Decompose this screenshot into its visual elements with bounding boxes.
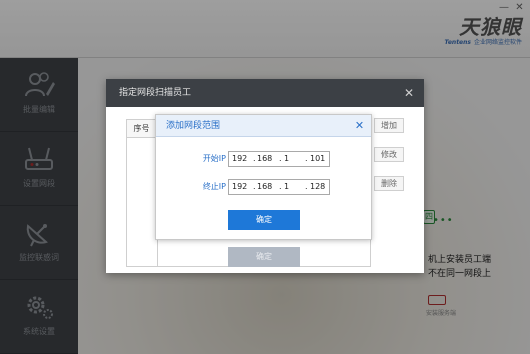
add-segment-dialog: 添加网段范围 ✕ 开始IP 192 . 168 . 1 . 101 终止IP 1… (155, 114, 372, 240)
add-button[interactable]: 增加 (374, 118, 404, 133)
inner-dialog-title: 添加网段范围 (156, 115, 371, 137)
ip-octet[interactable]: 128 (310, 182, 325, 191)
confirm-button[interactable]: 确定 (228, 210, 300, 230)
dialog-title: 指定网段扫描员工 (106, 79, 424, 107)
ip-octet[interactable]: 192 (232, 182, 247, 191)
start-ip-row: 开始IP 192 . 168 . 1 . 101 (156, 151, 371, 167)
delete-button[interactable]: 删除 (374, 176, 404, 191)
ip-dot: . (305, 182, 308, 191)
ip-octet[interactable]: 1 (284, 182, 289, 191)
ip-dot: . (279, 182, 282, 191)
ip-octet[interactable]: 192 (232, 154, 247, 163)
start-ip-input[interactable]: 192 . 168 . 1 . 101 (228, 151, 330, 167)
ip-octet[interactable]: 168 (257, 182, 272, 191)
close-icon[interactable]: ✕ (403, 87, 415, 99)
ip-octet[interactable]: 168 (257, 154, 272, 163)
end-ip-label: 终止IP (202, 182, 226, 191)
column-header-index: 序号 (127, 120, 157, 138)
ip-dot: . (253, 154, 256, 163)
close-icon[interactable]: ✕ (354, 120, 365, 131)
ip-dot: . (253, 182, 256, 191)
start-ip-label: 开始IP (202, 154, 226, 163)
ip-octet[interactable]: 101 (310, 154, 325, 163)
ip-octet[interactable]: 1 (284, 154, 289, 163)
confirm-button-disabled[interactable]: 确定 (228, 247, 300, 267)
end-ip-input[interactable]: 192 . 168 . 1 . 128 (228, 179, 330, 195)
end-ip-row: 终止IP 192 . 168 . 1 . 128 (156, 179, 371, 195)
ip-dot: . (279, 154, 282, 163)
ip-dot: . (305, 154, 308, 163)
edit-button[interactable]: 修改 (374, 147, 404, 162)
